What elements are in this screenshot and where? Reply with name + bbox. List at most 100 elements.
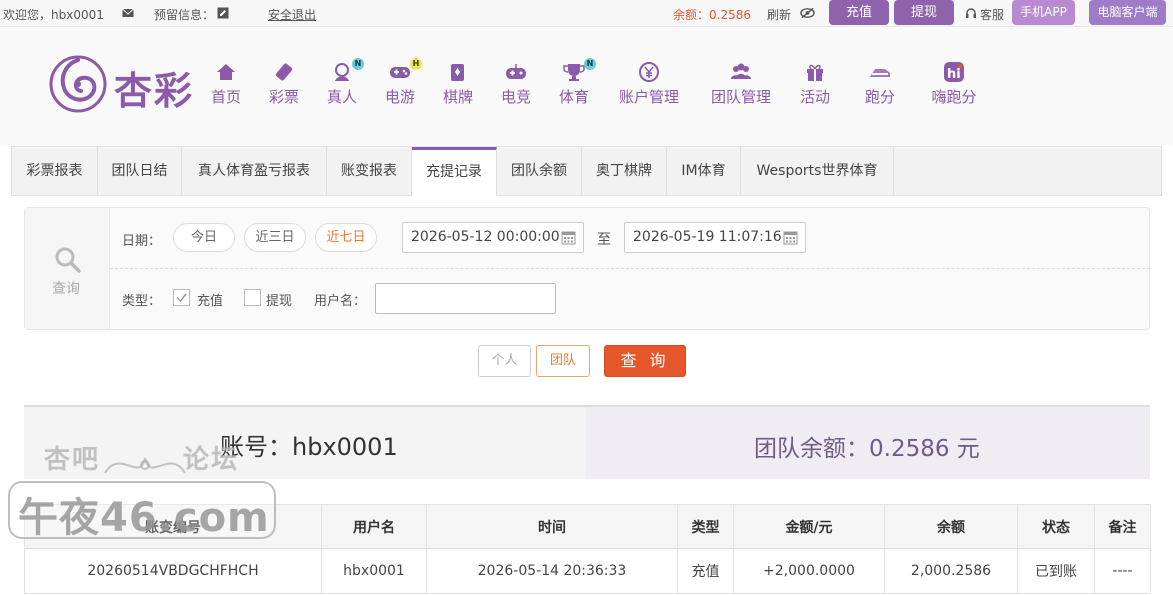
column-header: 金额/元 (733, 504, 885, 549)
nav-label: 团队管理 (710, 88, 771, 106)
deposit-option-label: 充值 (197, 294, 224, 309)
nav-badge: N (584, 58, 596, 70)
trophy-icon (563, 64, 585, 81)
records-table: 账变编号 用户名 时间 类型 金额/元 余额 状态 备注 20260514VBD… (24, 504, 1151, 594)
end-date-value: 2026-05-19 11:07:16 (633, 229, 782, 245)
nav-item-10[interactable]: 活动 (796, 60, 834, 107)
lottery-icon (275, 63, 293, 81)
team-balance-text: 团队余额：0.2586 元 (754, 436, 980, 462)
nav-badge: N (352, 58, 364, 70)
nav-item-2[interactable]: 彩票 (265, 60, 303, 107)
team-icon (731, 63, 751, 79)
withdraw-button[interactable]: 提现 (894, 0, 954, 25)
tab-deposit-withdraw-records[interactable]: 充提记录 (412, 147, 497, 196)
nav-item-12[interactable]: hi 嗨跑分 (928, 60, 980, 107)
tab-lottery-report[interactable]: 彩票报表 (12, 147, 98, 195)
nav-item-5[interactable]: 棋牌 (439, 60, 477, 107)
balance-text: 余额：0.2586 (673, 8, 751, 22)
nav-item-7[interactable]: 体育 N (555, 58, 596, 107)
customer-service-link[interactable]: 客服 (980, 6, 1004, 23)
nav-label: 体育 (558, 88, 589, 106)
deposit-checkbox[interactable] (173, 289, 190, 306)
deposit-button[interactable]: 充值 (829, 0, 889, 25)
balance-cell: 2,000.2586 (884, 548, 1018, 594)
gamepad-icon (390, 67, 410, 78)
calendar-icon[interactable] (561, 230, 576, 245)
running-score-icon (870, 69, 890, 77)
cards-icon (451, 64, 464, 81)
column-header: 用户名 (321, 504, 427, 549)
reserved-info-label: 预留信息： (154, 8, 215, 22)
three-days-button[interactable]: 近三日 (244, 223, 306, 252)
refresh-label[interactable]: 刷新 (767, 6, 791, 23)
mail-icon[interactable] (122, 7, 134, 19)
welcome-text: 欢迎您，hbx0001 (3, 8, 104, 22)
pc-client-button[interactable]: 电脑客户端 (1089, 0, 1166, 25)
end-date-input[interactable]: 2026-05-19 11:07:16 (624, 222, 806, 253)
tab-wesports[interactable]: Wesports世界体育 (741, 147, 894, 195)
type-label: 类型： (122, 294, 162, 309)
checkmark-icon (176, 293, 187, 303)
summary-bar: 账号：hbx0001 团队余额：0.2586 元 (24, 405, 1150, 479)
team-balance-panel: 团队余额：0.2586 元 (586, 407, 1150, 479)
search-icon (55, 247, 81, 273)
nav-item-6[interactable]: 电竞 (497, 60, 535, 107)
transaction-id-cell: 20260514VBDGCHFHCH (24, 548, 322, 594)
headset-icon[interactable] (965, 7, 977, 19)
nav-item-8[interactable]: 账户管理 (613, 60, 685, 107)
tab-team-balance[interactable]: 团队余额 (497, 147, 582, 195)
today-button[interactable]: 今日 (173, 223, 235, 252)
edit-icon[interactable] (217, 7, 229, 19)
status-cell: 已到账 (1017, 548, 1095, 594)
nav-item-4[interactable]: 电游 H (381, 58, 422, 107)
column-header: 备注 (1094, 504, 1151, 549)
amount-cell: +2,000.0000 (733, 548, 885, 594)
brand-logo-text: 杏彩 (114, 68, 195, 113)
tab-account-changes[interactable]: 账变报表 (327, 147, 412, 195)
nav-item-3[interactable]: 真人 N (323, 58, 364, 107)
start-date-value: 2026-05-12 00:00:00 (411, 229, 560, 245)
query-button[interactable]: 查 询 (604, 345, 686, 377)
tab-im-sports[interactable]: IM体育 (667, 147, 741, 195)
username-label: 用户名： (314, 294, 367, 309)
tab-team-daily[interactable]: 团队日结 (98, 147, 182, 195)
report-tabs: 彩票报表 团队日结 真人体育盈亏报表 账变报表 充提记录 团队余额 奥丁棋牌 I… (11, 146, 1162, 196)
nav-label: 嗨跑分 (931, 88, 977, 106)
account-text: 账号：hbx0001 (220, 433, 398, 461)
nav-label: 真人 (326, 88, 357, 106)
nav-item-1[interactable]: 首页 (207, 60, 245, 107)
nav-item-11[interactable]: 跑分 (861, 60, 899, 107)
username-input[interactable] (375, 283, 556, 314)
eye-slash-icon[interactable] (800, 7, 815, 19)
personal-button[interactable]: 个人 (478, 345, 531, 377)
brand-logo-icon[interactable] (48, 54, 108, 114)
time-cell: 2026-05-14 20:36:33 (426, 548, 678, 594)
start-date-input[interactable]: 2026-05-12 00:00:00 (402, 222, 584, 253)
column-header: 类型 (677, 504, 734, 549)
tab-odin-cards[interactable]: 奥丁棋牌 (582, 147, 667, 195)
gift-icon (807, 64, 823, 81)
date-label: 日期： (122, 234, 162, 249)
nav-label: 活动 (799, 88, 830, 106)
filter-panel: 查询 日期： 今日 近三日 近七日 2026-05-12 00:00:00 至 … (24, 207, 1150, 330)
seven-days-button[interactable]: 近七日 (315, 223, 377, 252)
hi-app-icon: hi (944, 62, 964, 82)
withdraw-checkbox[interactable] (244, 289, 261, 306)
logout-link[interactable]: 安全退出 (268, 6, 316, 23)
tab-live-sports-pl[interactable]: 真人体育盈亏报表 (182, 147, 327, 195)
live-dealer-icon (335, 63, 349, 81)
table-row: 20260514VBDGCHFHCH hbx0001 2026-05-14 20… (24, 548, 1151, 594)
username-cell: hbx0001 (321, 548, 427, 594)
team-button[interactable]: 团队 (536, 345, 590, 377)
mobile-app-button[interactable]: 手机APP (1012, 0, 1075, 25)
nav-label: 账户管理 (618, 88, 679, 106)
column-header: 时间 (426, 504, 678, 549)
nav-label: 跑分 (864, 88, 895, 106)
nav-label: 彩票 (268, 88, 299, 106)
search-label: 查询 (52, 281, 80, 297)
nav-item-9[interactable]: 团队管理 (705, 60, 777, 107)
nav-label: 首页 (210, 88, 241, 106)
calendar-icon[interactable] (783, 230, 798, 245)
nav-label: 电竞 (500, 88, 531, 106)
column-header: 状态 (1017, 504, 1095, 549)
